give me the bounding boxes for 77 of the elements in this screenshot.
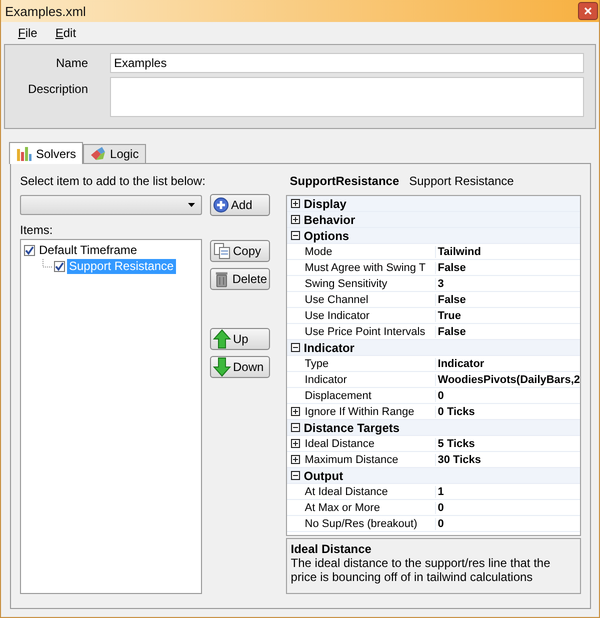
trash-icon [213, 270, 230, 288]
property-name[interactable]: Must Agree with Swing T [304, 262, 435, 274]
property-name[interactable]: Use Channel [304, 294, 435, 306]
property-value[interactable]: 3 [434, 278, 444, 290]
shapes-icon [90, 146, 106, 162]
collapse-icon[interactable] [290, 343, 300, 352]
close-button[interactable] [578, 2, 598, 20]
property-value[interactable]: 30 Ticks [434, 454, 481, 466]
collapse-icon[interactable] [290, 231, 300, 240]
object-label: Support Resistance [409, 174, 514, 188]
property-name[interactable]: Maximum Distance [304, 454, 435, 466]
input-field[interactable]: Examples [110, 53, 584, 73]
plus-circle-icon [213, 197, 229, 213]
arrow-down-icon [213, 357, 231, 377]
property-name[interactable]: Indicator [304, 374, 435, 386]
tab[interactable]: Logic [83, 144, 146, 163]
expand-icon[interactable] [290, 407, 300, 416]
tree-item[interactable]: Default Timeframe [37, 242, 140, 258]
object-name: SupportResistance [290, 174, 400, 188]
property-value[interactable]: 0 [434, 518, 444, 530]
copy-icon [213, 242, 231, 260]
caret-icon [188, 203, 195, 207]
checkbox[interactable] [54, 260, 65, 272]
property-value[interactable]: False [434, 326, 466, 338]
expand-icon[interactable] [290, 455, 300, 464]
down-button[interactable]: Down [210, 356, 270, 378]
property-value[interactable]: 0 [434, 502, 444, 514]
arrow-up-icon [213, 329, 231, 349]
property-name[interactable]: Ideal Distance [304, 438, 435, 450]
help-text: The ideal distance to the support/res line that the price is bouncing off of in tailwind calculations [290, 556, 552, 584]
delete-button[interactable]: Delete [210, 268, 270, 290]
property-name[interactable]: Displacement [304, 390, 435, 402]
property-name[interactable]: Ignore If Within Range [304, 406, 435, 418]
property-value[interactable]: 5 Ticks [434, 438, 475, 450]
property-name[interactable]: Use Price Point Intervals [304, 326, 435, 338]
window-title: Examples.xml [5, 4, 86, 18]
help-title: Ideal Distance [290, 542, 372, 556]
property-name[interactable]: At Ideal Distance [304, 486, 435, 498]
copy-button[interactable]: Copy [210, 240, 270, 262]
property-value[interactable]: True [434, 310, 461, 322]
category-row[interactable]: Options [286, 228, 580, 244]
property-value[interactable]: 0 Ticks [434, 406, 475, 418]
field-label: Name [54, 55, 88, 72]
select-label: Select item to add to the list below: [20, 174, 206, 188]
bar-chart-icon [16, 146, 32, 162]
menu-item[interactable]: File [9, 26, 46, 40]
expand-icon[interactable] [290, 439, 300, 448]
up-button[interactable]: Up [210, 328, 270, 350]
items-label: Items: [20, 223, 54, 237]
property-value[interactable]: Tailwind [434, 246, 481, 258]
close-icon [584, 7, 592, 15]
property-name[interactable]: At Max or More [304, 502, 435, 514]
property-name[interactable]: Swing Sensitivity [304, 278, 435, 290]
property-value[interactable]: 0 [434, 390, 444, 402]
property-name[interactable]: Use Indicator [304, 310, 435, 322]
property-value[interactable]: False [434, 262, 466, 274]
property-name[interactable]: Type [304, 358, 435, 370]
category-row[interactable]: Behavior [286, 212, 580, 228]
property-value[interactable]: Indicator [434, 358, 484, 370]
property-value[interactable]: 1 [434, 486, 444, 498]
checkbox[interactable] [24, 244, 35, 256]
category-row[interactable]: Output [286, 468, 580, 484]
category-row[interactable]: Indicator [286, 340, 580, 356]
add-button[interactable]: Add [210, 194, 270, 216]
property-value[interactable]: WoodiesPivots(DailyBars,2 [434, 374, 580, 386]
collapse-icon[interactable] [290, 471, 300, 480]
menu-item[interactable]: Edit [46, 26, 86, 40]
property-name[interactable]: Mode [304, 246, 435, 258]
expand-icon[interactable] [290, 215, 300, 224]
property-value[interactable]: False [434, 294, 466, 306]
category-row[interactable]: Distance Targets [286, 420, 580, 436]
field-label: Description [26, 81, 88, 98]
tab[interactable]: Solvers [9, 142, 84, 164]
expand-icon[interactable] [290, 199, 300, 208]
collapse-icon[interactable] [290, 423, 300, 432]
category-row[interactable]: Display [286, 196, 580, 212]
property-name[interactable]: No Sup/Res (breakout) [304, 518, 435, 530]
